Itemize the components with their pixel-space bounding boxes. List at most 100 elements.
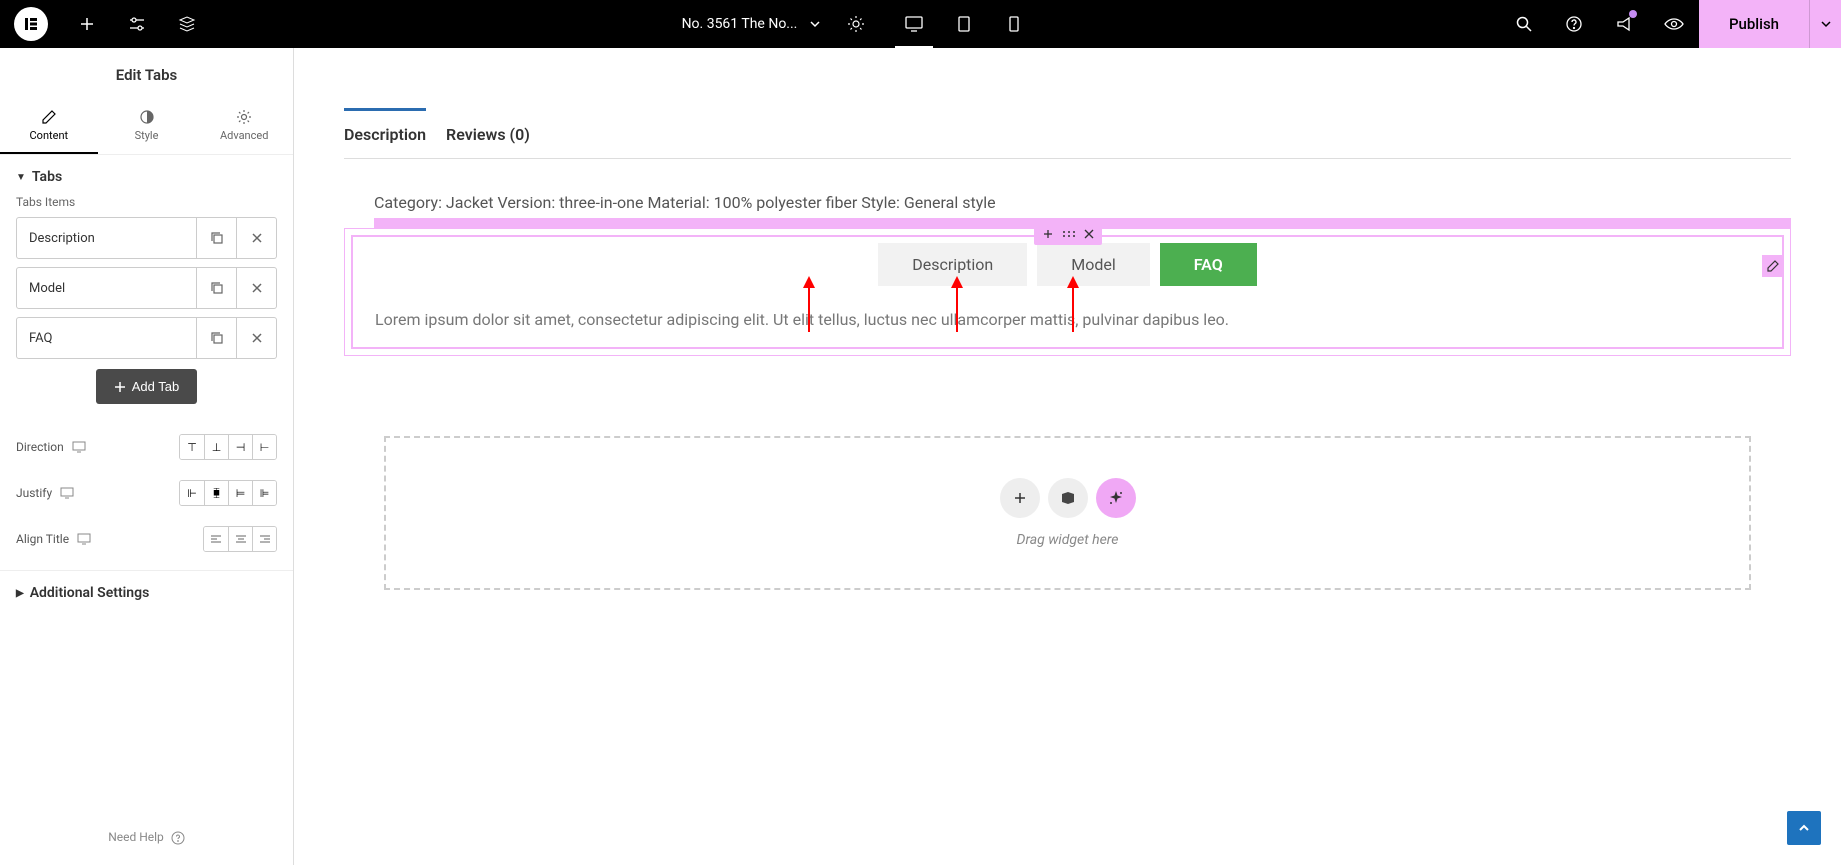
plus-icon <box>114 381 126 393</box>
align-right[interactable] <box>252 527 276 551</box>
add-element-button[interactable] <box>62 0 112 48</box>
device-mobile[interactable] <box>989 0 1039 48</box>
tabs-widget-nav: Description Model FAQ <box>359 243 1776 292</box>
inner-tab-faq[interactable]: FAQ <box>1160 243 1257 286</box>
product-description-text: Category: Jacket Version: three-in-one M… <box>344 159 1791 218</box>
delete-button[interactable] <box>236 268 276 308</box>
inner-tab-model[interactable]: Model <box>1037 243 1150 286</box>
justify-center[interactable]: ⧯ <box>204 481 228 505</box>
finder-search-button[interactable] <box>1499 0 1549 48</box>
drop-template-button[interactable] <box>1048 478 1088 518</box>
widget-edit-button[interactable] <box>1762 255 1784 277</box>
chevron-down-icon <box>809 18 821 30</box>
section-additional-header[interactable]: ▶ Additional Settings <box>0 570 293 611</box>
justify-label: Justify <box>16 486 52 500</box>
justify-end[interactable]: ⊨ <box>228 481 252 505</box>
drop-ai-button[interactable] <box>1096 478 1136 518</box>
align-title-label: Align Title <box>16 532 69 546</box>
topbar-center: No. 3561 The No... <box>212 0 1499 48</box>
caret-down-icon: ▼ <box>16 172 26 183</box>
justify-start[interactable]: ⊩ <box>180 481 204 505</box>
help-button[interactable] <box>1549 0 1599 48</box>
tab-item-description[interactable]: Description <box>16 217 277 259</box>
document-title[interactable]: No. 3561 The No... <box>672 16 832 32</box>
tab-content-label: Content <box>30 129 69 142</box>
justify-buttons: ⊩ ⧯ ⊨ ⊫ <box>179 480 277 506</box>
section-tabs-header[interactable]: ▼ Tabs <box>0 155 293 195</box>
align-title-control: Align Title <box>0 516 293 562</box>
direction-buttons: ⊤ ⊥ ⊣ ⊢ <box>179 434 277 460</box>
tab-advanced[interactable]: Advanced <box>195 99 293 154</box>
tab-style-label: Style <box>135 129 159 142</box>
device-desktop[interactable] <box>889 0 939 48</box>
contrast-icon <box>139 109 155 125</box>
publish-button[interactable]: Publish <box>1699 0 1809 48</box>
topbar-right: Publish <box>1499 0 1841 48</box>
preview-canvas: Description Reviews (0) Category: Jacket… <box>294 48 1841 865</box>
direction-bottom[interactable]: ⊥ <box>204 435 228 459</box>
delete-button[interactable] <box>236 318 276 358</box>
tab-advanced-label: Advanced <box>220 129 268 142</box>
direction-right[interactable]: ⊣ <box>228 435 252 459</box>
topbar: No. 3561 The No... <box>0 0 1841 48</box>
caret-right-icon: ▶ <box>16 588 24 599</box>
product-tab-reviews[interactable]: Reviews (0) <box>446 108 530 158</box>
topbar-left <box>0 0 212 48</box>
responsive-icon[interactable] <box>77 533 91 545</box>
add-tab-label: Add Tab <box>132 379 179 394</box>
copy-button[interactable] <box>196 318 236 358</box>
need-help-label: Need Help <box>108 830 164 844</box>
widget-drag-handle[interactable] <box>1062 229 1076 239</box>
page-settings-button[interactable] <box>831 0 881 48</box>
drop-zone-text: Drag widget here <box>426 532 1709 548</box>
drop-add-button[interactable] <box>1000 478 1040 518</box>
inner-tab-description[interactable]: Description <box>878 243 1027 286</box>
responsive-icon[interactable] <box>60 487 74 499</box>
justify-control: Justify ⊩ ⧯ ⊨ ⊫ <box>0 470 293 516</box>
scroll-to-top-button[interactable] <box>1787 811 1821 845</box>
direction-top[interactable]: ⊤ <box>180 435 204 459</box>
product-tab-description[interactable]: Description <box>344 108 426 158</box>
tab-item-faq[interactable]: FAQ <box>16 317 277 359</box>
tab-content[interactable]: Content <box>0 99 98 154</box>
copy-button[interactable] <box>196 218 236 258</box>
device-tablet[interactable] <box>939 0 989 48</box>
tab-item-label: Description <box>17 231 196 246</box>
elementor-logo[interactable] <box>14 7 48 41</box>
justify-stretch[interactable]: ⊫ <box>252 481 276 505</box>
responsive-devices <box>889 0 1039 48</box>
tabs-widget[interactable]: Description Model FAQ Lorem ipsum dolor … <box>351 235 1784 349</box>
widget-add-button[interactable] <box>1042 228 1054 240</box>
preview-button[interactable] <box>1649 0 1699 48</box>
section-tabs-label: Tabs <box>32 169 62 185</box>
direction-left[interactable]: ⊢ <box>252 435 276 459</box>
align-left[interactable] <box>204 527 228 551</box>
woocommerce-tabs: Description Reviews (0) <box>344 108 1791 159</box>
tabs-items-label: Tabs Items <box>16 195 277 209</box>
direction-control: Direction ⊤ ⊥ ⊣ ⊢ <box>0 424 293 470</box>
panel-title: Edit Tabs <box>0 48 293 99</box>
tabs-widget-section[interactable]: Description Model FAQ Lorem ipsum dolor … <box>344 228 1791 356</box>
add-tab-button[interactable]: Add Tab <box>96 369 197 404</box>
settings-sliders-icon[interactable] <box>112 0 162 48</box>
widget-handle <box>1034 223 1102 245</box>
tab-item-label: FAQ <box>17 331 196 346</box>
tab-item-model[interactable]: Model <box>16 267 277 309</box>
tab-content-text: Lorem ipsum dolor sit amet, consectetur … <box>359 292 1776 329</box>
gear-icon <box>236 109 252 125</box>
widget-delete-button[interactable] <box>1084 229 1094 239</box>
copy-button[interactable] <box>196 268 236 308</box>
delete-button[interactable] <box>236 218 276 258</box>
publish-label: Publish <box>1729 15 1779 33</box>
align-title-buttons <box>203 526 277 552</box>
structure-icon[interactable] <box>162 0 212 48</box>
need-help[interactable]: Need Help <box>0 810 293 865</box>
align-center[interactable] <box>228 527 252 551</box>
editor-sidebar: Edit Tabs Content Style Advanced ▼ Tabs … <box>0 48 294 865</box>
whats-new-button[interactable] <box>1599 0 1649 48</box>
tab-style[interactable]: Style <box>98 99 196 154</box>
publish-options-button[interactable] <box>1809 0 1841 48</box>
responsive-icon[interactable] <box>72 441 86 453</box>
drop-zone[interactable]: Drag widget here <box>384 436 1751 590</box>
help-icon <box>171 831 185 845</box>
